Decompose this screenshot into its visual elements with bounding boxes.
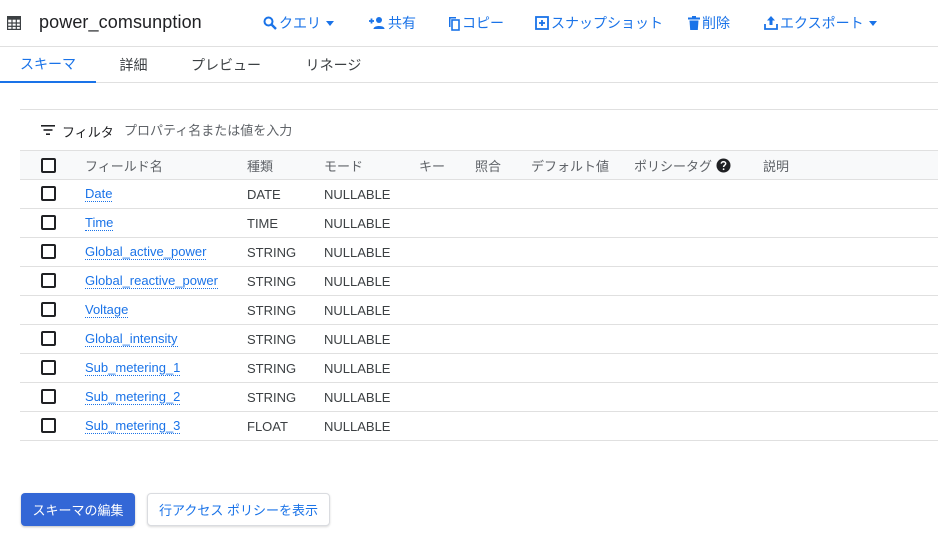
select-all-checkbox[interactable] <box>41 158 56 173</box>
row-checkbox[interactable] <box>41 273 56 288</box>
field-type: STRING <box>247 244 297 260</box>
table-header: フィールド名 種類 モード キー 照合 デフォルト値 ポリシータグ 説明 <box>20 150 938 180</box>
column-header-mode[interactable]: モード <box>324 151 363 179</box>
copy-label: コピー <box>462 15 504 31</box>
field-type: STRING <box>247 273 297 289</box>
query-label: クエリ <box>279 15 321 31</box>
snapshot-label: スナップショット <box>551 15 663 31</box>
filter-label: フィルタ <box>62 125 114 140</box>
field-mode: NULLABLE <box>324 186 391 202</box>
row-checkbox[interactable] <box>41 186 56 201</box>
export-label: エクスポート <box>780 15 864 31</box>
tab-lineage[interactable]: リネージ <box>281 47 386 83</box>
chevron-down-icon <box>868 20 877 26</box>
field-type: DATE <box>247 186 281 202</box>
tab-preview[interactable]: プレビュー <box>171 47 281 83</box>
share-button[interactable]: 共有 <box>368 14 416 32</box>
tab-bar: スキーマ 詳細 プレビュー リネージ <box>0 47 938 83</box>
row-checkbox[interactable] <box>41 360 56 375</box>
export-icon <box>764 16 778 30</box>
policy-tag-label: ポリシータグ <box>634 158 713 174</box>
table-icon <box>7 16 21 30</box>
filter-input[interactable] <box>124 117 524 143</box>
field-mode: NULLABLE <box>324 244 391 260</box>
tab-details[interactable]: 詳細 <box>96 47 171 83</box>
field-name-link[interactable]: Global_active_power <box>85 244 207 260</box>
field-name-link[interactable]: Date <box>85 186 113 202</box>
person-add-icon <box>369 17 385 29</box>
edit-schema-button[interactable]: スキーマの編集 <box>21 493 135 526</box>
field-name-link[interactable]: Voltage <box>85 302 129 318</box>
row-checkbox[interactable] <box>41 215 56 230</box>
chevron-down-icon <box>326 20 334 26</box>
column-header-name[interactable]: フィールド名 <box>85 151 163 179</box>
column-header-key: キー <box>419 158 446 174</box>
field-name-link[interactable]: Time <box>85 215 114 231</box>
row-checkbox[interactable] <box>41 389 56 404</box>
top-toolbar: power_comsunption クエリ 共有 コピー スナップショット 削除… <box>0 0 938 47</box>
field-type: FLOAT <box>247 418 288 434</box>
table-row: Sub_metering_2 STRING NULLABLE <box>20 383 938 412</box>
field-type: TIME <box>247 215 279 231</box>
row-checkbox[interactable] <box>41 302 56 317</box>
help-icon[interactable] <box>716 158 731 173</box>
field-type: STRING <box>247 389 297 405</box>
table-row: Global_reactive_power STRING NULLABLE <box>20 267 938 296</box>
table-row: Date DATE NULLABLE <box>20 180 938 209</box>
column-header-policy-tag: ポリシータグ <box>634 151 731 179</box>
field-name-link[interactable]: Sub_metering_1 <box>85 360 181 376</box>
field-mode: NULLABLE <box>324 389 391 405</box>
field-name-link[interactable]: Global_reactive_power <box>85 273 218 289</box>
row-checkbox[interactable] <box>41 418 56 433</box>
column-header-type[interactable]: 種類 <box>247 151 273 179</box>
copy-button[interactable]: コピー <box>446 14 504 32</box>
column-header-description: 説明 <box>763 158 790 174</box>
filter-icon <box>41 125 55 135</box>
field-mode: NULLABLE <box>324 360 391 376</box>
table-row: Global_intensity STRING NULLABLE <box>20 325 938 354</box>
view-row-access-policy-button[interactable]: 行アクセス ポリシーを表示 <box>147 493 330 526</box>
column-header-default: デフォルト値 <box>531 158 610 174</box>
snapshot-button[interactable]: スナップショット <box>535 14 663 32</box>
row-checkbox[interactable] <box>41 244 56 259</box>
field-name-link[interactable]: Sub_metering_2 <box>85 389 181 405</box>
filter-bar: フィルタ <box>20 109 938 150</box>
delete-label: 削除 <box>702 15 730 31</box>
row-checkbox[interactable] <box>41 331 56 346</box>
table-row: Sub_metering_1 STRING NULLABLE <box>20 354 938 383</box>
field-name-link[interactable]: Sub_metering_3 <box>85 418 181 434</box>
search-icon <box>263 16 277 30</box>
copy-icon <box>449 16 460 31</box>
field-type: STRING <box>247 360 297 376</box>
field-mode: NULLABLE <box>324 215 391 231</box>
delete-icon <box>688 16 700 30</box>
field-mode: NULLABLE <box>324 302 391 318</box>
table-row: Global_active_power STRING NULLABLE <box>20 238 938 267</box>
share-label: 共有 <box>388 15 416 31</box>
delete-button[interactable]: 削除 <box>688 14 730 32</box>
schema-table: フィールド名 種類 モード キー 照合 デフォルト値 ポリシータグ 説明 Dat… <box>20 150 938 441</box>
column-header-collation: 照合 <box>475 158 502 174</box>
tab-schema[interactable]: スキーマ <box>0 47 96 83</box>
field-type: STRING <box>247 302 297 318</box>
field-mode: NULLABLE <box>324 273 391 289</box>
table-row: Voltage STRING NULLABLE <box>20 296 938 325</box>
export-button[interactable]: エクスポート <box>764 14 877 32</box>
field-mode: NULLABLE <box>324 331 391 347</box>
field-name-link[interactable]: Global_intensity <box>85 331 178 347</box>
snapshot-icon <box>535 16 549 30</box>
table-row: Sub_metering_3 FLOAT NULLABLE <box>20 412 938 441</box>
field-mode: NULLABLE <box>324 418 391 434</box>
table-title: power_comsunption <box>39 12 202 32</box>
table-row: Time TIME NULLABLE <box>20 209 938 238</box>
query-button[interactable]: クエリ <box>263 14 334 32</box>
field-type: STRING <box>247 331 297 347</box>
